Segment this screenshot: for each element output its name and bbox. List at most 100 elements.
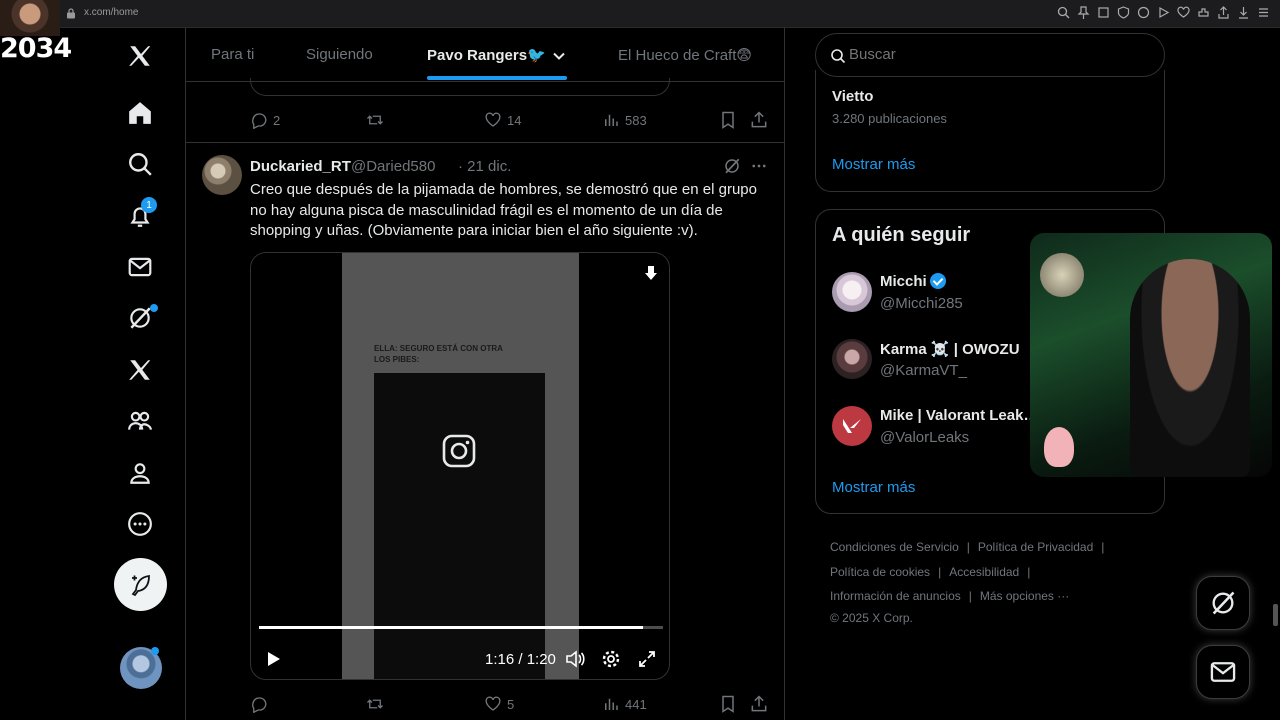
- user-handle-micchi[interactable]: @Micchi285: [880, 295, 963, 312]
- user-avatar-micchi[interactable]: [832, 272, 872, 312]
- fullscreen-icon[interactable]: [637, 649, 657, 669]
- footer-privacy-link[interactable]: Política de Privacidad: [978, 540, 1093, 554]
- footer-links: Condiciones de Servicio | Política de Priv…: [830, 535, 1160, 627]
- user-name-karma[interactable]: Karma ☠️ | OWOZU: [880, 340, 1020, 358]
- prev-like-count: 14: [507, 112, 522, 128]
- chevron-down-icon[interactable]: [551, 48, 567, 64]
- views-chart-icon: [605, 698, 618, 710]
- share-icon[interactable]: [1217, 6, 1230, 19]
- grok-floating-button[interactable]: [1196, 576, 1250, 630]
- tab-el-hueco-de-craft[interactable]: El Hueco de Craft😨: [618, 46, 752, 64]
- video-player[interactable]: ELLA: SEGURO ESTÁ CON OTRA LOS PIBES: 1:…: [250, 252, 670, 680]
- prev-views-button[interactable]: 583: [602, 111, 647, 129]
- post-author-avatar[interactable]: [202, 155, 242, 195]
- share-icon[interactable]: [749, 694, 769, 714]
- tab-siguiendo[interactable]: Siguiendo: [306, 46, 373, 63]
- views-button[interactable]: 441: [602, 695, 647, 713]
- page-scrollbar[interactable]: [1273, 604, 1278, 626]
- search-icon[interactable]: [114, 138, 166, 190]
- streamer-number-overlay: 2034: [0, 33, 72, 64]
- home-icon[interactable]: [114, 87, 166, 139]
- x-logo-icon[interactable]: [114, 30, 166, 82]
- download-arrow-icon[interactable]: [643, 265, 659, 281]
- address-bar-url[interactable]: x.com/home: [84, 7, 138, 18]
- post-author-handle[interactable]: @Daried580: [351, 158, 435, 175]
- prev-share-icon[interactable]: [749, 110, 769, 130]
- compose-post-button[interactable]: [114, 558, 167, 611]
- more-options-icon[interactable]: [114, 498, 166, 550]
- grok-explain-icon[interactable]: [723, 157, 741, 175]
- user-avatar-valorleaks[interactable]: [832, 406, 872, 446]
- retweet-icon: [367, 115, 383, 125]
- grok-icon: [1212, 591, 1235, 615]
- timeline-tabs: Para ti Siguiendo Pavo Rangers🐦 El Hueco…: [186, 28, 784, 82]
- post[interactable]: Duckaried_RT @Daried580 · 21 dic. Creo q…: [186, 142, 784, 720]
- trend-name[interactable]: Vietto: [832, 88, 873, 105]
- prev-reply-button[interactable]: 2: [250, 111, 280, 129]
- messages-floating-button[interactable]: [1196, 645, 1250, 699]
- search-bar[interactable]: [815, 33, 1165, 77]
- footer-terms-link[interactable]: Condiciones de Servicio: [830, 540, 959, 554]
- messages-envelope-icon[interactable]: [114, 241, 166, 293]
- lock-icon: [67, 8, 75, 19]
- instagram-icon: [442, 434, 476, 468]
- messages-envelope-icon: [1210, 662, 1236, 682]
- prev-retweet-button[interactable]: [366, 111, 389, 129]
- grok-icon[interactable]: [114, 292, 166, 344]
- video-caption-text: ELLA: SEGURO ESTÁ CON OTRA LOS PIBES:: [374, 344, 503, 364]
- browser-toolbar: x.com/home: [0, 0, 1280, 28]
- search-input[interactable]: [849, 46, 1149, 63]
- user-avatar-karma[interactable]: [832, 339, 872, 379]
- shield-icon[interactable]: [1117, 6, 1130, 19]
- who-to-follow-show-more-link[interactable]: Mostrar más: [832, 479, 915, 496]
- feather-plus-icon: [131, 574, 150, 596]
- heart-icon[interactable]: [1177, 6, 1190, 19]
- zoom-icon[interactable]: [1057, 6, 1070, 19]
- post-text: Creo que después de la pijamada de hombr…: [250, 181, 757, 240]
- menu-icon[interactable]: [1257, 6, 1270, 19]
- webcam-person: [1130, 259, 1250, 477]
- settings-gear-icon[interactable]: [601, 649, 621, 669]
- footer-cookies-link[interactable]: Política de cookies: [830, 565, 930, 579]
- trend-post-count: 3.280 publicaciones: [832, 111, 947, 126]
- play-icon[interactable]: [1157, 6, 1170, 19]
- user-handle-valorleaks[interactable]: @ValorLeaks: [880, 429, 969, 446]
- pin-icon[interactable]: [1077, 6, 1090, 19]
- retweet-button[interactable]: [366, 695, 389, 713]
- video-progress-fill: [259, 626, 643, 629]
- user-name-micchi[interactable]: Micchi: [880, 273, 946, 290]
- notifications-bell-icon[interactable]: [114, 190, 166, 242]
- bookmark-icon[interactable]: [718, 694, 738, 714]
- prev-like-button[interactable]: 14: [484, 111, 521, 129]
- prev-bookmark-icon[interactable]: [718, 110, 738, 130]
- download-icon[interactable]: [1237, 6, 1250, 19]
- verified-badge-icon: [929, 273, 946, 289]
- footer-ads-info-link[interactable]: Información de anuncios: [830, 589, 961, 603]
- communities-icon[interactable]: [114, 395, 166, 447]
- who-to-follow-title: A quién seguir: [832, 224, 971, 246]
- post-date[interactable]: · 21 dic.: [458, 158, 511, 175]
- previous-post-media-edge: [250, 78, 670, 96]
- play-icon[interactable]: [263, 649, 283, 669]
- like-button[interactable]: 5: [484, 695, 514, 713]
- tab-pavo-rangers[interactable]: Pavo Rangers🐦: [427, 46, 546, 64]
- video-progress-bar[interactable]: [259, 626, 663, 629]
- premium-x-icon[interactable]: [114, 344, 166, 396]
- trends-show-more-link[interactable]: Mostrar más: [832, 156, 915, 173]
- post-author-name[interactable]: Duckaried_RT: [250, 158, 351, 175]
- more-dots-icon[interactable]: [750, 157, 768, 175]
- profile-person-icon[interactable]: [114, 447, 166, 499]
- user-name-valorleaks[interactable]: Mike | Valorant Leak…: [880, 407, 1038, 424]
- screenshot-icon[interactable]: [1097, 6, 1110, 19]
- footer-accessibility-link[interactable]: Accesibilidad: [949, 565, 1019, 579]
- webcam-lamp: [1040, 253, 1084, 297]
- extensions-icon[interactable]: [1197, 6, 1210, 19]
- browser-extension-icons: [1057, 6, 1270, 19]
- volume-icon[interactable]: [565, 649, 585, 669]
- reply-button[interactable]: [250, 695, 273, 713]
- stop-icon[interactable]: [1137, 6, 1150, 19]
- prev-view-count: 583: [625, 112, 647, 128]
- tab-para-ti[interactable]: Para ti: [211, 46, 254, 63]
- footer-more-options-link[interactable]: Más opciones ···: [980, 589, 1069, 603]
- user-handle-karma[interactable]: @KarmaVT_: [880, 362, 967, 379]
